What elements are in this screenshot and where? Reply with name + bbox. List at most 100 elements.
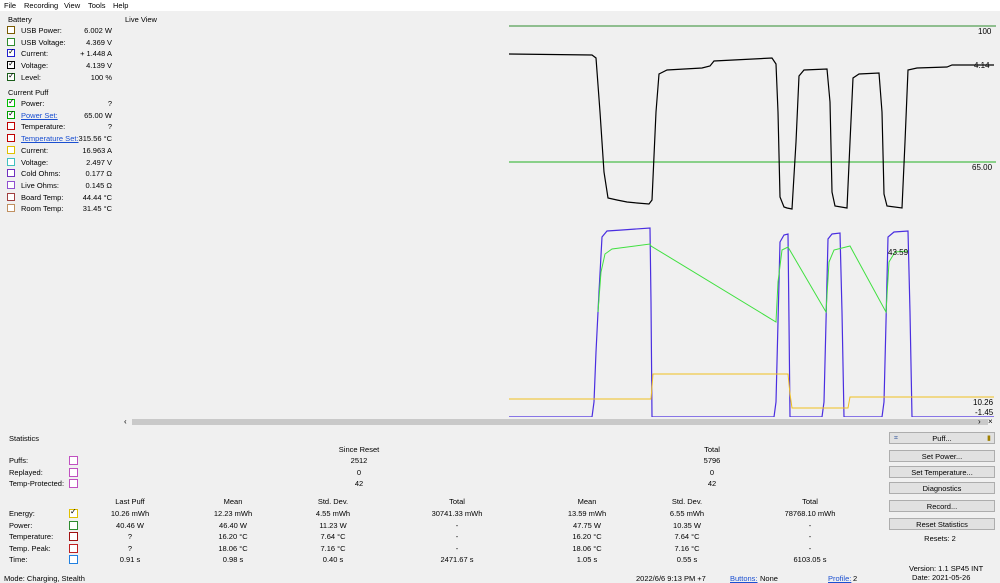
stat-column-header-0: Last Puff [115, 497, 145, 506]
stat-temp-peak-value-5: 7.16 °C [674, 543, 700, 553]
stat-time-checkbox[interactable] [69, 555, 78, 565]
status-bar: Mode: Charging, Stealth 2022/6/6 9:13 PM… [0, 573, 1000, 583]
stat-time-value-5: 0.55 s [676, 555, 698, 565]
stat-column-header-3: Total [449, 497, 465, 506]
stat-temperature-label: Temperature: [9, 532, 54, 542]
battery-voltage-row: Voltage: 4.139 V [0, 59, 118, 71]
menu-file[interactable]: File [4, 1, 16, 10]
puff-live-ohms-value: 0.145 Ω [85, 180, 112, 190]
battery-voltage-checkbox[interactable] [7, 59, 15, 70]
puff-board-temp-checkbox[interactable] [7, 192, 15, 201]
puff-live-ohms-checkbox[interactable] [7, 180, 15, 189]
stat-column-header-1: Mean [223, 497, 243, 506]
stat-temp-peak-value-4: 18.06 °C [572, 543, 602, 553]
battery-usb-voltage-checkbox[interactable] [7, 37, 15, 46]
puff-cold-ohms-checkbox[interactable] [7, 169, 15, 178]
close-icon[interactable]: × [988, 417, 993, 426]
count-puffs-checkbox[interactable] [69, 456, 78, 465]
stat-power-value-3: - [455, 520, 459, 530]
count-replayed-checkbox[interactable] [69, 467, 78, 477]
puff-temperature-set-checkbox[interactable] [7, 134, 15, 143]
diagnostics-button[interactable]: Diagnostics [889, 482, 995, 494]
stat-column-header-4: Mean [577, 497, 597, 506]
puff-fire-icon: ⌗ [894, 435, 898, 442]
status-mode: Mode: Charging, Stealth [4, 574, 85, 583]
current-puff-group-title: Current Puff [8, 88, 49, 97]
stat-time-value-0: 0.91 s [119, 555, 141, 565]
puff-temperature-checkbox[interactable] [7, 122, 15, 131]
stat-temperature-checkbox[interactable] [69, 532, 78, 542]
puff-button-label: Puff... [932, 434, 952, 443]
puff-cold-ohms-label: Cold Ohms: [21, 169, 61, 179]
puff-voltage-checkbox[interactable] [7, 157, 15, 166]
puff-power-set-checkbox[interactable] [7, 109, 15, 119]
reset-statistics-button[interactable]: Reset Statistics [889, 518, 995, 530]
puff-room-temp-checkbox[interactable] [7, 204, 15, 213]
puff-cold-ohms-value: 0.177 Ω [85, 169, 112, 179]
stat-power-value-4: 47.75 W [573, 520, 601, 530]
stat-temp-peak-value-3: - [455, 543, 459, 553]
battery-level-label: Level: [21, 72, 42, 82]
status-buttons-link[interactable]: Buttons: [730, 574, 758, 583]
stat-power-value-1: 46.40 W [219, 520, 247, 530]
statistics-panel: Statistics Since Reset Total Puffs: 2512 5… [0, 432, 886, 572]
stat-column-header-5: Std. Dev. [671, 497, 703, 506]
puff-power-set-label[interactable]: Power Set: [21, 111, 58, 120]
scrollbar-thumb[interactable] [132, 419, 988, 425]
scroll-right-arrow-icon[interactable]: › [978, 417, 981, 426]
battery-usb-power-checkbox[interactable] [7, 26, 15, 34]
live-view-scrollbar[interactable]: ‹ › × [122, 417, 996, 428]
right-panel: ⌗ Puff... ▮ Set Power... Set Temperature… [887, 430, 1000, 582]
stat-power-value-0: 40.46 W [116, 520, 144, 530]
stat-time-value-6: 6103.05 s [793, 555, 827, 565]
battery-usb-power-label: USB Power: [21, 26, 62, 35]
menu-bar: File Recording View Tools Help [0, 0, 1000, 11]
battery-level-checkbox[interactable] [7, 71, 15, 81]
puff-power-checkbox[interactable] [7, 97, 15, 107]
stat-energy-checkbox[interactable]: ✓ [69, 507, 78, 518]
puff-board-temp-row: Board Temp: 44.44 °C [0, 192, 118, 203]
stat-temp-peak-checkbox[interactable] [69, 543, 78, 553]
level-axis-label: 100 [978, 27, 992, 36]
stat-energy-value-5: 6.55 mWh [669, 509, 705, 518]
battery-usb-power-row: USB Power: 6.002 W [0, 25, 118, 36]
live-view-plot: 100 4.14 65.00 43.59 10.26 -1.45 [122, 22, 996, 418]
stat-temperature-value-5: 7.64 °C [674, 532, 700, 542]
puff-room-temp-row: Room Temp: 31.45 °C [0, 203, 118, 214]
puff-room-temp-value: 31.45 °C [82, 204, 112, 214]
battery-group-title: Battery [8, 15, 32, 24]
stat-temperature-value-1: 16.20 °C [218, 532, 248, 542]
stat-temp-peak-value-6: - [808, 543, 812, 553]
puff-voltage-value: 2.497 V [86, 157, 112, 167]
scroll-left-arrow-icon[interactable]: ‹ [124, 417, 127, 426]
puff-button[interactable]: ⌗ Puff... ▮ [889, 432, 995, 444]
count-temp-protected-since-reset: 42 [354, 479, 364, 489]
count-temp-protected-checkbox[interactable] [69, 479, 78, 489]
puff-cold-ohms-row: Cold Ohms: 0.177 Ω [0, 168, 118, 179]
record-button[interactable]: Record... [889, 500, 995, 512]
voltage-axis-label: 4.14 [974, 61, 990, 70]
menu-view[interactable]: View [64, 1, 80, 10]
set-power-button[interactable]: Set Power... [889, 450, 995, 462]
status-datetime: 2022/6/6 9:13 PM +7 [636, 574, 706, 583]
menu-tools[interactable]: Tools [88, 1, 106, 10]
puff-live-ohms-label: Live Ohms: [21, 180, 59, 190]
power-set-axis-label: 65.00 [972, 163, 993, 172]
battery-level-row: Level: 100 % [0, 71, 118, 83]
puff-board-temp-value: 44.44 °C [82, 192, 112, 202]
puff-power-value: ? [107, 99, 112, 108]
puff-current-checkbox[interactable] [7, 145, 15, 154]
stat-time-value-2: 0.40 s [322, 555, 344, 565]
status-profile-link[interactable]: Profile: [828, 574, 851, 583]
stat-time-label: Time: [9, 555, 28, 565]
puff-temperature-set-label[interactable]: Temperature Set: [21, 134, 79, 143]
count-puffs-label: Puffs: [9, 456, 29, 465]
puff-temperature-set-value: 315.56 °C [78, 134, 112, 144]
stat-power-checkbox[interactable] [69, 520, 78, 530]
current-low-axis-label: 10.26 [973, 398, 994, 407]
menu-help[interactable]: Help [113, 1, 128, 10]
status-profile-value: 2 [853, 574, 858, 583]
battery-current-checkbox[interactable] [7, 47, 15, 58]
set-temperature-button[interactable]: Set Temperature... [889, 466, 995, 478]
menu-recording[interactable]: Recording [24, 1, 58, 10]
